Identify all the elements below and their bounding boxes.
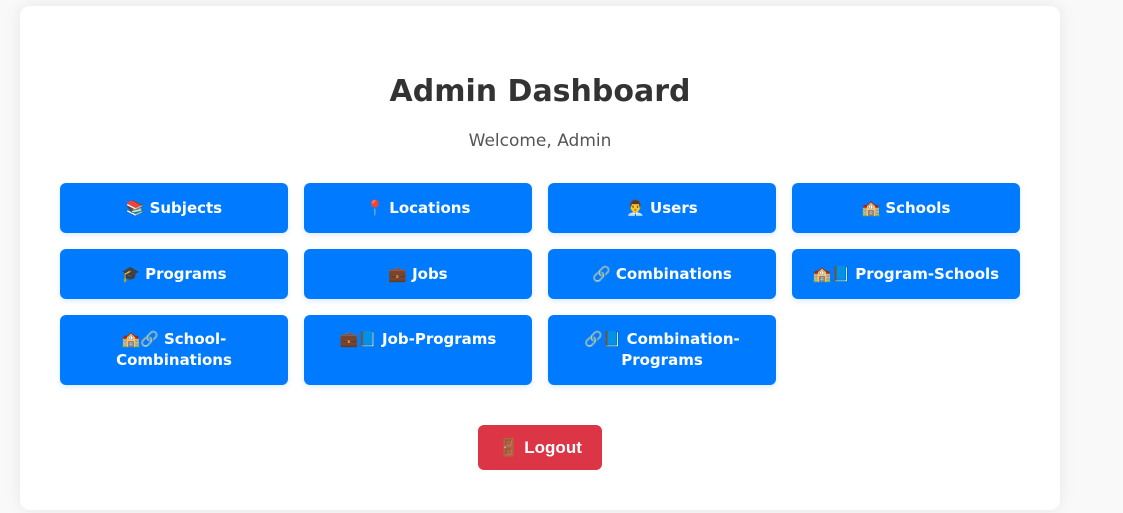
dashboard-card: Admin Dashboard Welcome, Admin 📚 Subject… xyxy=(20,6,1060,510)
tile-label: Programs xyxy=(145,264,227,283)
door-icon: 🚪 xyxy=(498,437,520,457)
combinations-button[interactable]: 🔗 Combinations xyxy=(548,249,776,299)
schools-button[interactable]: 🏫 Schools xyxy=(792,183,1020,233)
school-link-icon: 🏫🔗 xyxy=(121,330,159,348)
link-book-icon: 🔗📘 xyxy=(584,330,622,348)
school-combinations-button[interactable]: 🏫🔗 School- Combinations xyxy=(60,315,288,385)
books-icon: 📚 xyxy=(125,198,145,217)
job-programs-button[interactable]: 💼📘 Job-Programs xyxy=(304,315,532,385)
jobs-button[interactable]: 💼 Jobs xyxy=(304,249,532,299)
tile-label: Combination- Programs xyxy=(621,330,740,369)
welcome-text: Welcome, Admin xyxy=(468,131,612,151)
tile-label-with-icon: 🏫🔗 School- Combinations xyxy=(116,329,232,371)
tile-label: Jobs xyxy=(412,264,448,283)
tile-label-with-icon: 🔗📘 Combination- Programs xyxy=(584,329,740,371)
user-icon: 👨‍💼 xyxy=(626,198,646,217)
tile-label: Job-Programs xyxy=(381,330,497,348)
tile-label: Locations xyxy=(389,198,471,217)
location-pin-icon: 📍 xyxy=(365,198,385,217)
logout-label: Logout xyxy=(524,437,582,457)
tile-label: Schools xyxy=(885,198,951,217)
tile-label: Users xyxy=(650,198,698,217)
admin-nav-grid: 📚 Subjects 📍 Locations 👨‍💼 Users 🏫 Schoo… xyxy=(60,183,1020,385)
school-book-icon: 🏫📘 xyxy=(812,264,851,283)
logout-button[interactable]: 🚪 Logout xyxy=(478,425,602,470)
school-icon: 🏫 xyxy=(861,198,881,217)
briefcase-icon: 💼 xyxy=(388,264,408,283)
tile-label: Program-Schools xyxy=(855,264,1000,283)
graduation-cap-icon: 🎓 xyxy=(121,264,141,283)
tile-label: Subjects xyxy=(149,198,223,217)
page-title: Admin Dashboard xyxy=(389,74,691,109)
subjects-button[interactable]: 📚 Subjects xyxy=(60,183,288,233)
users-button[interactable]: 👨‍💼 Users xyxy=(548,183,776,233)
link-icon: 🔗 xyxy=(592,264,611,283)
tile-label: Combinations xyxy=(615,264,732,283)
programs-button[interactable]: 🎓 Programs xyxy=(60,249,288,299)
combination-programs-button[interactable]: 🔗📘 Combination- Programs xyxy=(548,315,776,385)
program-schools-button[interactable]: 🏫📘 Program-Schools xyxy=(792,249,1020,299)
briefcase-book-icon: 💼📘 xyxy=(339,330,377,348)
locations-button[interactable]: 📍 Locations xyxy=(304,183,532,233)
